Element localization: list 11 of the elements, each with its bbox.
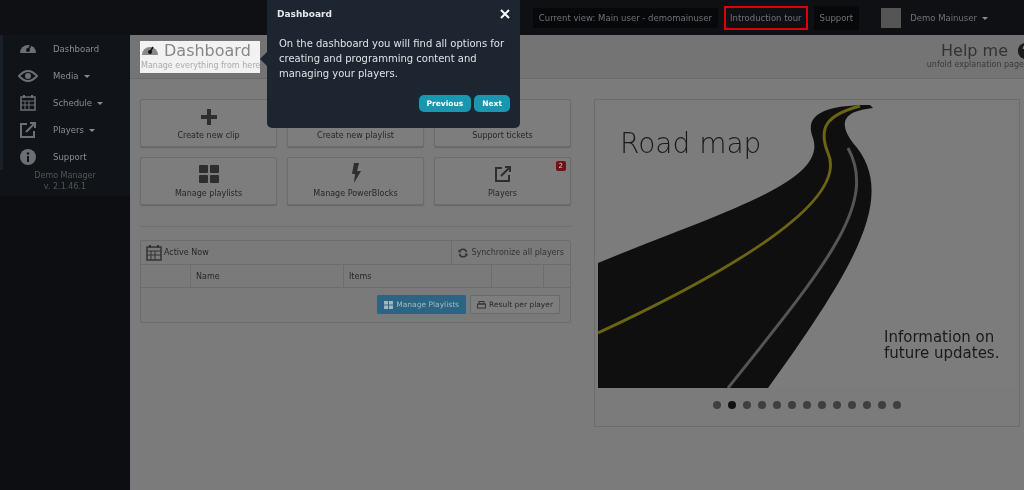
page-title: Dashboard	[164, 41, 251, 61]
app-name: Demo Manager	[33, 170, 97, 181]
banner-caption: Information on future updates.	[884, 329, 1001, 361]
current-view-label: Current view: Main user - demomainuser	[532, 7, 718, 28]
popup-title: Dashboard	[277, 9, 332, 19]
column-header: Items	[344, 265, 492, 287]
banner-title: Road map	[620, 127, 762, 160]
page-subtitle: Manage everything from here	[141, 61, 260, 70]
panel-title: Active Now	[164, 248, 209, 257]
popup-text: On the dashboard you will find all options for creating and programming content and managing your players.	[279, 37, 506, 81]
column-header: Name	[191, 265, 344, 287]
